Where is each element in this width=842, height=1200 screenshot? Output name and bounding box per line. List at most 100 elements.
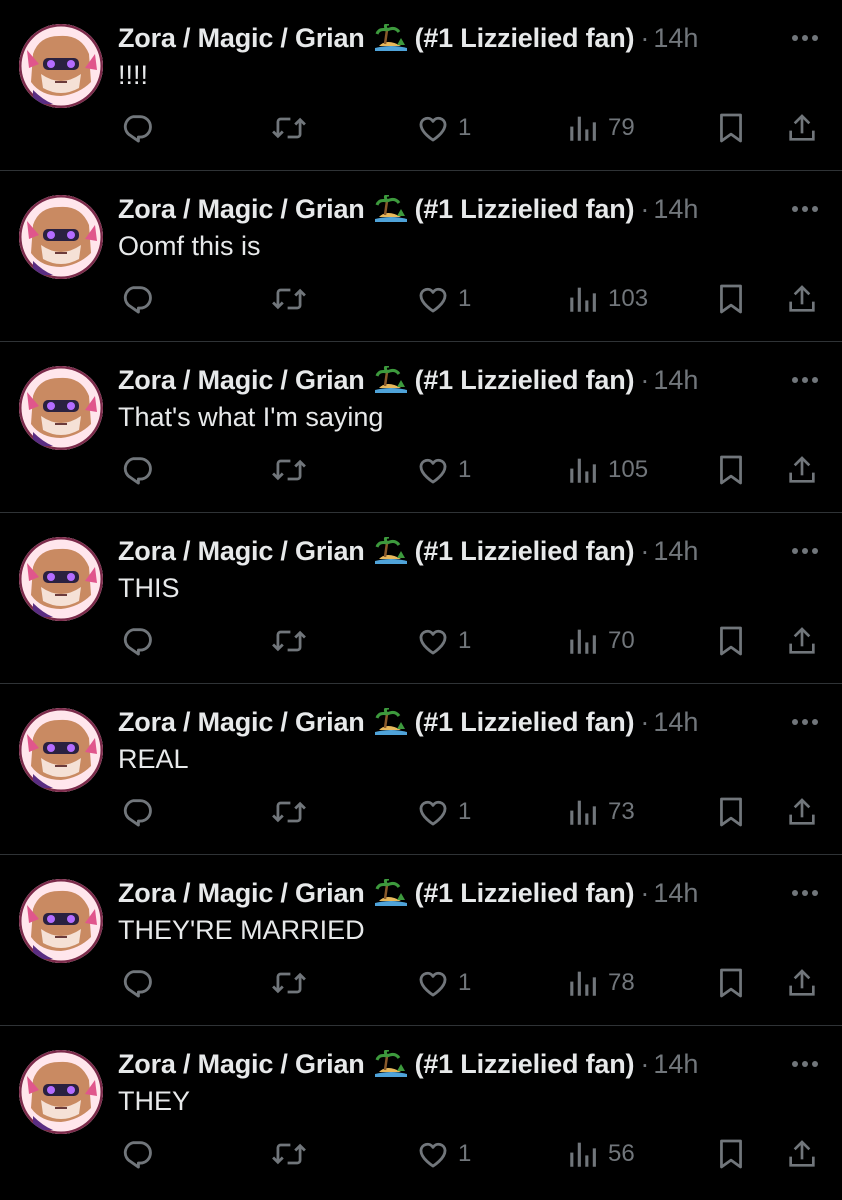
share-icon	[789, 969, 815, 996]
bookmark-button[interactable]	[716, 792, 746, 832]
views-button[interactable]: 73	[566, 792, 635, 832]
bookmark-icon	[720, 797, 742, 827]
bookmark-button[interactable]	[716, 963, 746, 1003]
share-button[interactable]	[786, 108, 818, 148]
tweet-feed: Zora / Magic / Grian (#1 Lizzielied fan)…	[0, 0, 842, 1200]
more-icon[interactable]	[790, 372, 820, 388]
views-button[interactable]: 70	[566, 621, 635, 661]
display-name[interactable]: Zora / Magic / Grian	[118, 876, 365, 910]
retweet-button[interactable]	[271, 963, 307, 1003]
avatar[interactable]	[19, 366, 103, 450]
reply-button[interactable]	[120, 1134, 154, 1174]
bookmark-button[interactable]	[716, 108, 746, 148]
share-button[interactable]	[786, 450, 818, 490]
reply-icon	[123, 115, 152, 143]
views-button[interactable]: 105	[566, 450, 648, 490]
display-name[interactable]: Zora / Magic / Grian	[118, 705, 365, 739]
avatar-image	[19, 708, 103, 792]
views-button[interactable]: 103	[566, 279, 648, 319]
bookmark-button[interactable]	[716, 279, 746, 319]
retweet-button[interactable]	[271, 1134, 307, 1174]
tweet[interactable]: Zora / Magic / Grian (#1 Lizzielied fan)…	[0, 342, 842, 513]
display-name[interactable]: Zora / Magic / Grian	[118, 1047, 365, 1081]
display-name-suffix[interactable]: (#1 Lizzielied fan)	[415, 363, 635, 397]
tweet[interactable]: Zora / Magic / Grian (#1 Lizzielied fan)…	[0, 0, 842, 171]
like-button[interactable]: 1	[416, 1134, 471, 1174]
avatar[interactable]	[19, 537, 103, 621]
reply-button[interactable]	[120, 279, 154, 319]
avatar[interactable]	[19, 708, 103, 792]
timestamp[interactable]: 14h	[653, 1047, 698, 1081]
avatar-image	[19, 195, 103, 279]
bookmark-icon	[720, 626, 742, 656]
more-icon[interactable]	[790, 201, 820, 217]
views-button[interactable]: 79	[566, 108, 635, 148]
display-name[interactable]: Zora / Magic / Grian	[118, 363, 365, 397]
share-button[interactable]	[786, 279, 818, 319]
like-button[interactable]: 1	[416, 108, 471, 148]
views-icon	[570, 287, 596, 312]
display-name-suffix[interactable]: (#1 Lizzielied fan)	[415, 705, 635, 739]
reply-button[interactable]	[120, 450, 154, 490]
retweet-button[interactable]	[271, 279, 307, 319]
avatar[interactable]	[19, 1050, 103, 1134]
bookmark-icon	[720, 113, 742, 143]
like-button[interactable]: 1	[416, 963, 471, 1003]
reply-button[interactable]	[120, 792, 154, 832]
like-count: 1	[458, 798, 472, 825]
retweet-button[interactable]	[271, 792, 307, 832]
bookmark-button[interactable]	[716, 450, 746, 490]
display-name-suffix[interactable]: (#1 Lizzielied fan)	[415, 192, 635, 226]
share-icon	[789, 456, 815, 483]
tweet-header: Zora / Magic / Grian (#1 Lizzielied fan)…	[118, 1047, 698, 1081]
tweet[interactable]: Zora / Magic / Grian (#1 Lizzielied fan)…	[0, 1026, 842, 1197]
like-button[interactable]: 1	[416, 621, 471, 661]
share-button[interactable]	[786, 1134, 818, 1174]
retweet-button[interactable]	[271, 621, 307, 661]
reply-button[interactable]	[120, 108, 154, 148]
like-button[interactable]: 1	[416, 279, 471, 319]
like-button[interactable]: 1	[416, 450, 471, 490]
tweet[interactable]: Zora / Magic / Grian (#1 Lizzielied fan)…	[0, 171, 842, 342]
more-icon[interactable]	[790, 1056, 820, 1072]
share-icon	[789, 627, 815, 654]
tweet[interactable]: Zora / Magic / Grian (#1 Lizzielied fan)…	[0, 513, 842, 684]
more-icon[interactable]	[790, 885, 820, 901]
display-name[interactable]: Zora / Magic / Grian	[118, 534, 365, 568]
bookmark-button[interactable]	[716, 621, 746, 661]
timestamp[interactable]: 14h	[653, 534, 698, 568]
share-button[interactable]	[786, 963, 818, 1003]
views-button[interactable]: 78	[566, 963, 635, 1003]
display-name-suffix[interactable]: (#1 Lizzielied fan)	[415, 534, 635, 568]
timestamp[interactable]: 14h	[653, 363, 698, 397]
tweet[interactable]: Zora / Magic / Grian (#1 Lizzielied fan)…	[0, 684, 842, 855]
share-button[interactable]	[786, 621, 818, 661]
more-icon[interactable]	[790, 30, 820, 46]
timestamp[interactable]: 14h	[653, 876, 698, 910]
reply-button[interactable]	[120, 963, 154, 1003]
timestamp[interactable]: 14h	[653, 21, 698, 55]
display-name-suffix[interactable]: (#1 Lizzielied fan)	[415, 1047, 635, 1081]
views-button[interactable]: 56	[566, 1134, 635, 1174]
retweet-button[interactable]	[271, 450, 307, 490]
avatar[interactable]	[19, 24, 103, 108]
display-name-suffix[interactable]: (#1 Lizzielied fan)	[415, 876, 635, 910]
tweet-text: Oomf this is	[118, 231, 261, 261]
display-name[interactable]: Zora / Magic / Grian	[118, 21, 365, 55]
like-button[interactable]: 1	[416, 792, 471, 832]
share-button[interactable]	[786, 792, 818, 832]
tweet[interactable]: Zora / Magic / Grian (#1 Lizzielied fan)…	[0, 855, 842, 1026]
timestamp[interactable]: 14h	[653, 705, 698, 739]
avatar[interactable]	[19, 879, 103, 963]
display-name-suffix[interactable]: (#1 Lizzielied fan)	[415, 21, 635, 55]
reply-icon	[123, 799, 152, 827]
heart-icon	[419, 458, 447, 484]
bookmark-button[interactable]	[716, 1134, 746, 1174]
avatar[interactable]	[19, 195, 103, 279]
more-icon[interactable]	[790, 543, 820, 559]
retweet-button[interactable]	[271, 108, 307, 148]
more-icon[interactable]	[790, 714, 820, 730]
timestamp[interactable]: 14h	[653, 192, 698, 226]
display-name[interactable]: Zora / Magic / Grian	[118, 192, 365, 226]
reply-button[interactable]	[120, 621, 154, 661]
